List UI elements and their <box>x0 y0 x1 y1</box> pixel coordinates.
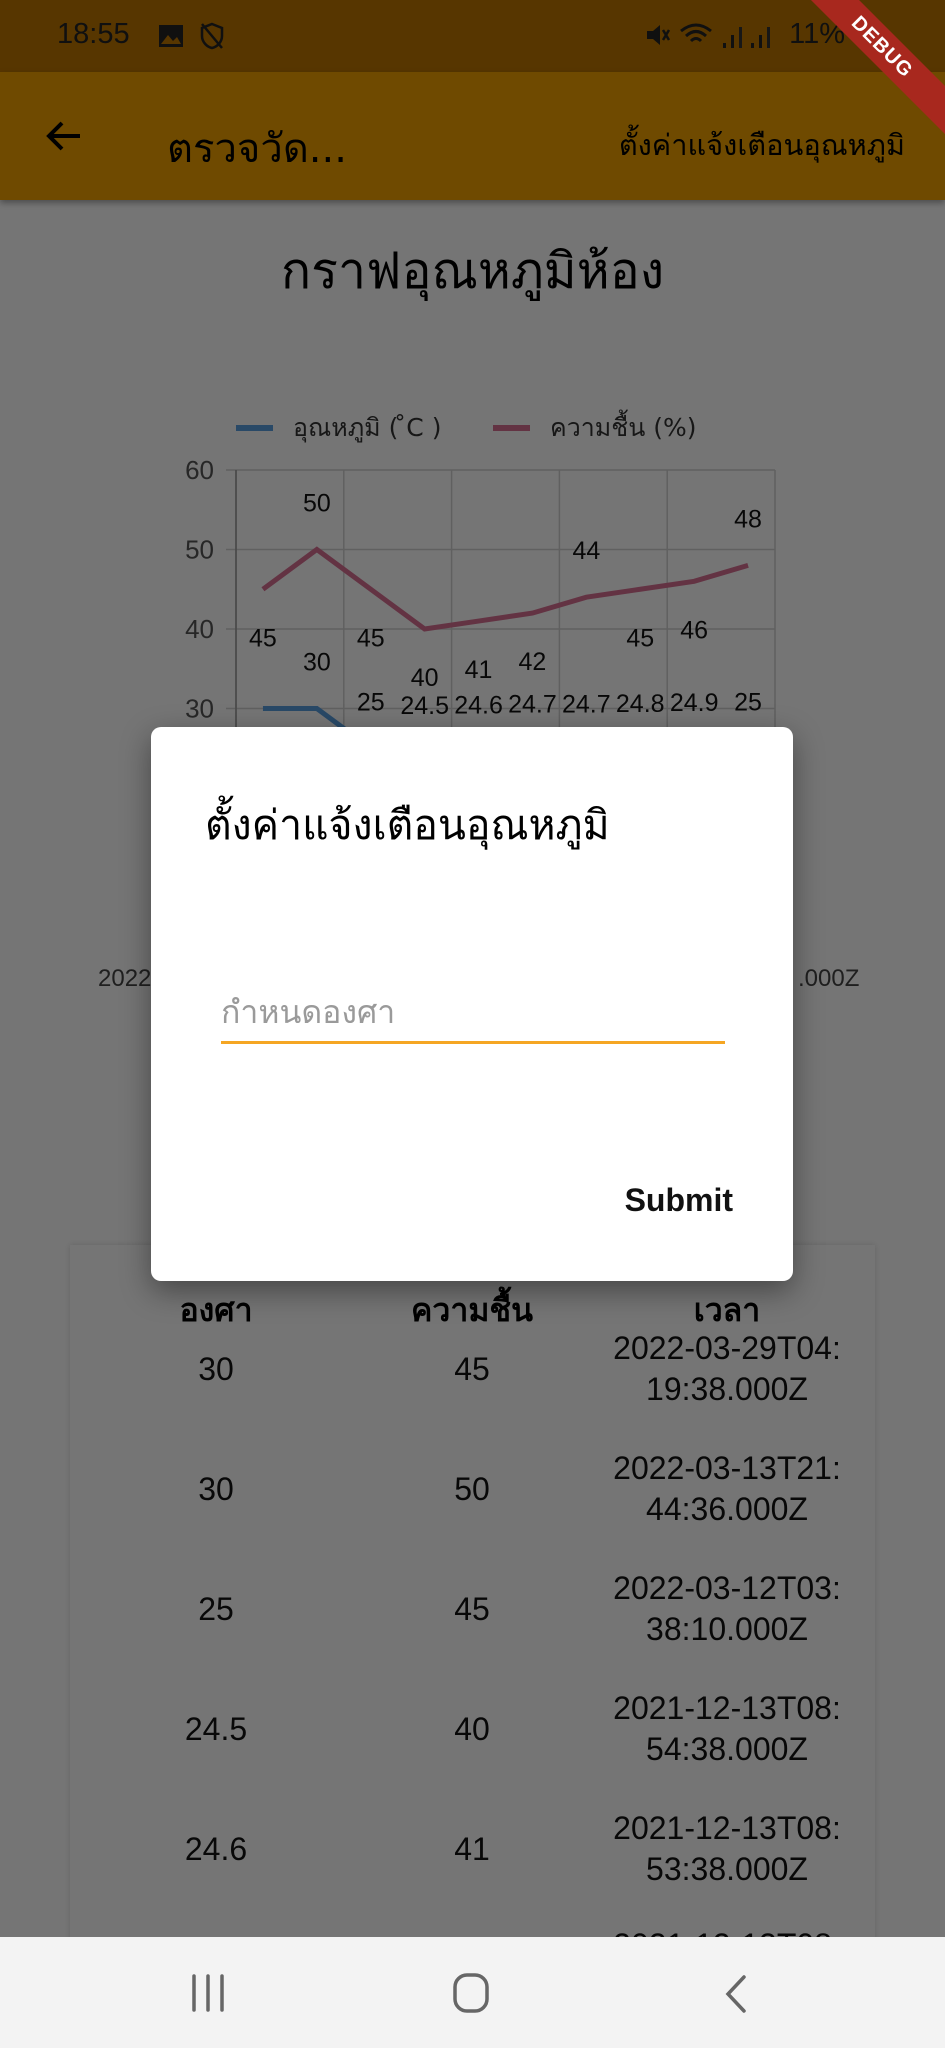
data-label: 30 <box>303 649 331 677</box>
data-label: 24.8 <box>616 690 665 718</box>
humidity-cell: 45 <box>454 1590 490 1627</box>
series-line-1 <box>261 546 749 632</box>
temperature-cell <box>86 1909 346 1937</box>
data-label: 25 <box>734 688 762 716</box>
time-cell: 2021-12-13T08: 54:38.000Z <box>613 1690 841 1767</box>
time-cell: 2022-03-13T21: 44:36.000Z <box>613 1450 841 1527</box>
data-label: 48 <box>734 505 762 533</box>
data-label: 46 <box>680 616 708 644</box>
data-label: 40 <box>411 664 439 692</box>
data-label: 45 <box>357 624 385 652</box>
submit-button[interactable]: Submit <box>625 1182 733 1219</box>
x-tick-label: .000Z <box>798 965 860 992</box>
data-label: 42 <box>519 648 547 676</box>
shield-off-icon <box>200 22 224 50</box>
legend-swatch <box>236 425 273 431</box>
legend-label: ความชื้น (%) <box>550 413 697 442</box>
y-tick-label: 30 <box>185 694 214 724</box>
status-bar: 18:55 11% <box>0 0 945 72</box>
humidity-cell: 40 <box>454 1710 490 1747</box>
temperature-cell: 25 <box>198 1590 234 1627</box>
data-label: 24.7 <box>562 691 611 719</box>
data-label: 24.9 <box>670 689 719 717</box>
table-row: 25 45 2022-03-12T03: 38:10.000Z <box>0 1549 945 1669</box>
wifi-icon <box>680 23 713 42</box>
humidity-cell: 50 <box>454 1470 490 1507</box>
y-tick-label: 60 <box>185 455 214 485</box>
table-row: 2021-12-13T08: <box>0 1909 945 1937</box>
time-cell: 2022-03-29T04: 19:38.000Z <box>613 1330 841 1407</box>
time-cell: 2021-12-13T08: <box>597 1909 857 1937</box>
data-label: 24.5 <box>400 692 449 720</box>
home-icon[interactable] <box>452 1972 492 2014</box>
data-label: 45 <box>626 624 654 652</box>
temperature-cell: 24.6 <box>184 1830 248 1867</box>
page-title: กราฟอุณหภูมิห้อง <box>280 242 665 300</box>
legend-temperature: อุณหภูมิ ( ̊C ) <box>236 408 441 448</box>
temperature-cell: 30 <box>198 1350 234 1387</box>
temperature-cell: 24.5 <box>184 1710 248 1747</box>
arrow-left-icon[interactable] <box>40 112 88 160</box>
time-cell: 2022-03-12T03: 38:10.000Z <box>613 1570 841 1647</box>
time-cell: 2021-12-13T08: 53:38.000Z <box>613 1810 841 1887</box>
data-label: 24.7 <box>508 691 557 719</box>
table-row: 30 50 2022-03-13T21: 44:36.000Z <box>0 1429 945 1549</box>
status-icons: 11% <box>645 18 845 51</box>
y-tick-label: 50 <box>185 535 214 565</box>
table-row: 24.5 40 2021-12-13T08: 54:38.000Z <box>0 1669 945 1789</box>
legend-label: อุณหภูมิ ( ̊C ) <box>293 413 442 442</box>
table-row: 30 45 2022-03-29T04: 19:38.000Z <box>0 1309 945 1429</box>
legend-swatch <box>493 425 530 431</box>
x-tick-label: 2022 <box>98 965 152 992</box>
humidity-cell <box>342 1909 602 1937</box>
y-tick-label: 40 <box>185 614 214 644</box>
set-alert-button[interactable]: ตั้งค่าแจ้งเตือนอุณหภูมิ <box>619 122 905 168</box>
back-icon[interactable] <box>720 1974 750 2014</box>
system-nav-bar <box>0 1937 945 2048</box>
alert-dialog: ตั้งค่าแจ้งเตือนอุณหภูมิ Submit <box>151 727 793 1281</box>
recent-apps-icon[interactable] <box>190 1974 226 2012</box>
dialog-title: ตั้งค่าแจ้งเตือนอุณหภูมิ <box>205 801 610 849</box>
degree-input[interactable] <box>221 982 725 1044</box>
temperature-cell: 30 <box>198 1470 234 1507</box>
data-label: 50 <box>303 490 331 518</box>
data-label: 45 <box>249 624 277 652</box>
data-label: 24.6 <box>454 691 503 719</box>
data-label: 25 <box>357 688 385 716</box>
gallery-icon <box>159 25 183 47</box>
humidity-cell: 41 <box>454 1830 490 1867</box>
status-time: 18:55 <box>57 18 130 50</box>
app-bar: ตรวจวัด... ตั้งค่าแจ้งเตือนอุณหภูมิ <box>0 72 945 200</box>
humidity-cell: 45 <box>454 1350 490 1387</box>
data-label: 44 <box>572 537 600 565</box>
data-label: 41 <box>465 656 493 684</box>
app-title: ตรวจวัด... <box>167 126 347 172</box>
legend-humidity: ความชื้น (%) <box>493 408 697 448</box>
table-row: 24.6 41 2021-12-13T08: 53:38.000Z <box>0 1789 945 1909</box>
signal-icon <box>723 26 771 48</box>
mute-icon <box>647 24 671 45</box>
